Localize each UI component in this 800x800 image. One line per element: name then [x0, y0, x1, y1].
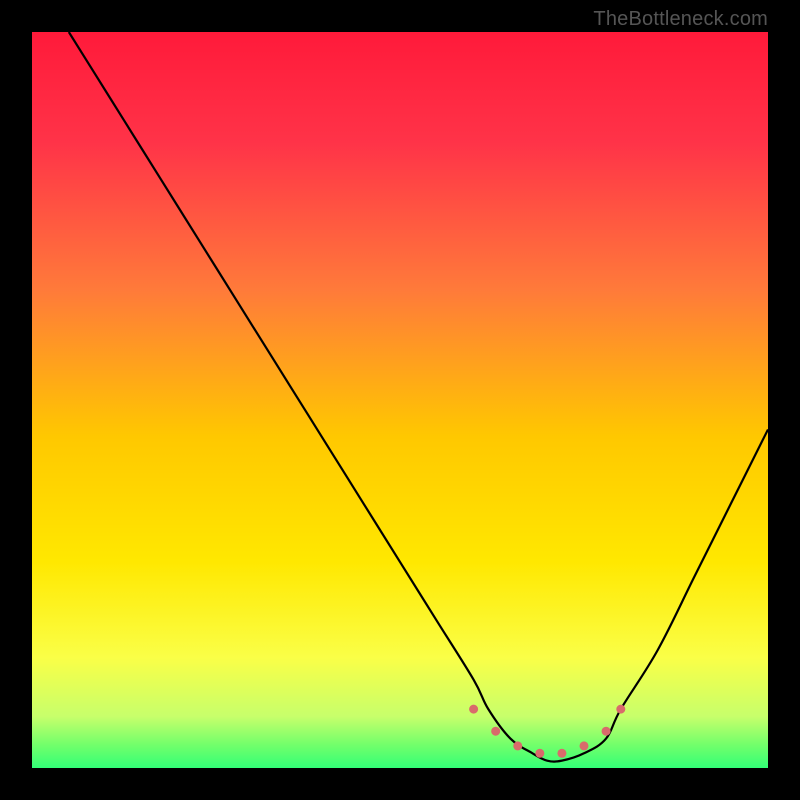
optimal-marker-dot: [580, 741, 589, 750]
optimal-marker-dot: [469, 705, 478, 714]
optimal-marker-dot: [513, 741, 522, 750]
gradient-rect: [32, 32, 768, 768]
optimal-marker-dot: [602, 727, 611, 736]
chart-svg: [32, 32, 768, 768]
optimal-marker-dot: [535, 749, 544, 758]
watermark-text: TheBottleneck.com: [593, 8, 768, 31]
optimal-marker-dot: [557, 749, 566, 758]
optimal-marker-dot: [616, 705, 625, 714]
optimal-marker-dot: [491, 727, 500, 736]
chart-area: [32, 32, 768, 768]
